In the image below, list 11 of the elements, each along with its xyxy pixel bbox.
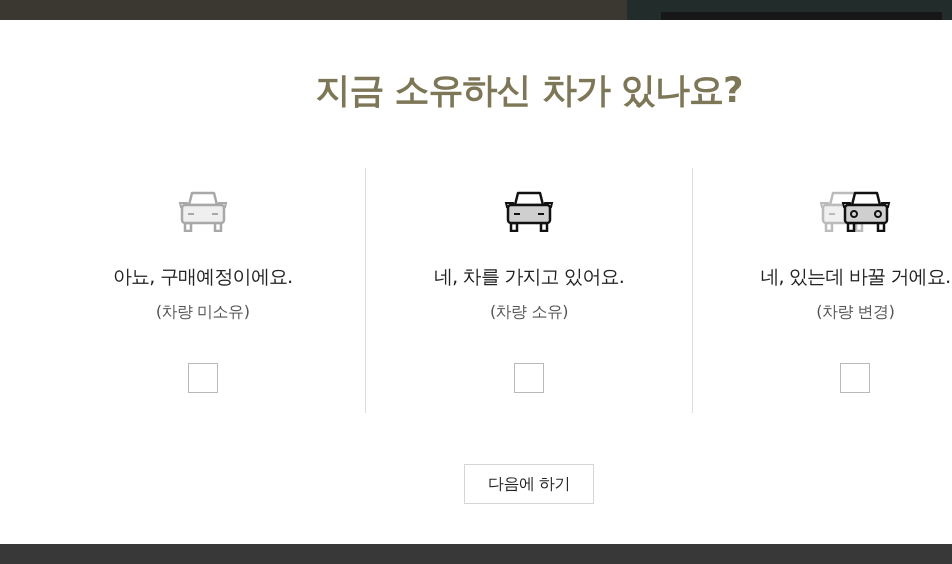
option-checkbox[interactable] bbox=[188, 363, 218, 393]
option-checkbox[interactable] bbox=[840, 363, 870, 393]
option-note: (차량 변경) bbox=[816, 302, 894, 323]
option-label: 네, 차를 가지고 있어요. bbox=[434, 265, 624, 290]
dialog-title: 지금 소유하신 차가 있나요? bbox=[314, 70, 744, 113]
option-note: (차량 미소유) bbox=[156, 302, 250, 323]
option-note: (차량 소유) bbox=[490, 302, 568, 323]
option-label: 아뇨, 구매예정이에요. bbox=[112, 265, 292, 290]
later-button[interactable]: 다음에 하기 bbox=[464, 464, 594, 504]
option-checkbox[interactable] bbox=[514, 363, 544, 393]
option-label: 네, 있는데 바꿀 거에요. bbox=[760, 265, 950, 290]
